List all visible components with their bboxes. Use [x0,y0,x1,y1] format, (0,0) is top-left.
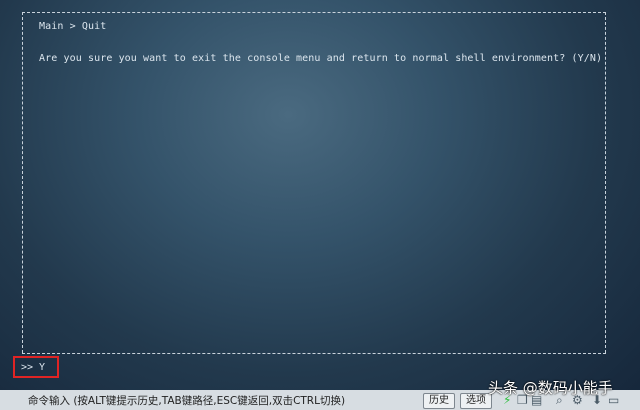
quit-confirmation-question: Are you sure you want to exit the consol… [39,53,603,64]
command-input-highlight[interactable]: >> Y [13,356,59,378]
command-input-text[interactable]: >> Y [21,362,45,373]
watermark: 头条 @数码小能手 [488,379,613,397]
history-button[interactable]: 历史 [423,393,455,409]
menu-breadcrumb: Main > Quit [39,21,107,32]
menu-frame-left-border [22,12,23,353]
command-input-hint: 命令输入 (按ALT键提示历史,TAB键路径,ESC键返回,双击CTRL切换) [28,395,346,407]
menu-frame-top-border [22,12,606,13]
menu-frame-bottom-border [22,353,606,354]
menu-frame-right-border [605,12,606,353]
